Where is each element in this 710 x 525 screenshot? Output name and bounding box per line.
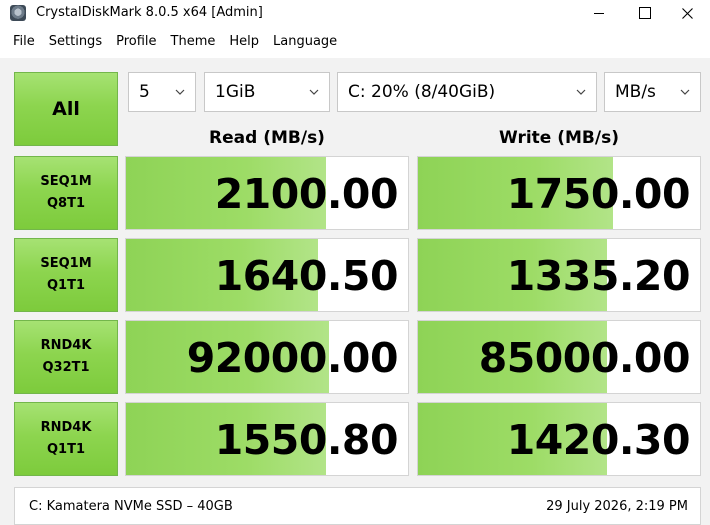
chevron-down-icon bbox=[680, 89, 690, 95]
write-result-cell: 1750.00 bbox=[417, 156, 701, 230]
title-bar: CrystalDiskMark 8.0.5 x64 [Admin] bbox=[0, 0, 710, 26]
menu-help[interactable]: Help bbox=[223, 32, 267, 52]
chevron-down-icon bbox=[576, 89, 586, 95]
menu-file[interactable]: File bbox=[0, 32, 43, 52]
read-result-cell: 1550.80 bbox=[125, 402, 409, 476]
test-name-line2: Q1T1 bbox=[46, 442, 85, 457]
read-value: 92000.00 bbox=[186, 334, 399, 382]
menu-language[interactable]: Language bbox=[267, 32, 345, 52]
test-name-line1: RND4K bbox=[40, 420, 92, 435]
timestamp-text: 29 July 2026, 2:19 PM bbox=[546, 499, 688, 514]
read-column-header: Read (MB/s) bbox=[209, 128, 325, 148]
menu-settings[interactable]: Settings bbox=[43, 32, 110, 52]
test-name-line1: SEQ1M bbox=[40, 174, 92, 189]
run-all-button[interactable]: All bbox=[14, 72, 118, 146]
write-column-header: Write (MB/s) bbox=[499, 128, 619, 148]
test-button-seq1m-q1t1[interactable]: SEQ1M Q1T1 bbox=[14, 238, 118, 312]
write-result-cell: 1335.20 bbox=[417, 238, 701, 312]
test-name-line1: SEQ1M bbox=[40, 256, 92, 271]
window-title: CrystalDiskMark 8.0.5 x64 [Admin] bbox=[36, 5, 263, 20]
drive-value: C: 20% (8/40GiB) bbox=[348, 82, 496, 102]
write-value: 1335.20 bbox=[506, 252, 691, 300]
minimize-button[interactable] bbox=[576, 0, 622, 26]
read-value: 1640.50 bbox=[214, 252, 399, 300]
test-name-line2: Q8T1 bbox=[46, 196, 85, 211]
chevron-down-icon bbox=[309, 89, 319, 95]
test-size-value: 1GiB bbox=[215, 82, 256, 102]
write-value: 85000.00 bbox=[478, 334, 691, 382]
status-bar: C: Kamatera NVMe SSD – 40GB 29 July 2026… bbox=[14, 487, 701, 525]
write-value: 1420.30 bbox=[506, 416, 691, 464]
read-result-cell: 1640.50 bbox=[125, 238, 409, 312]
unit-value: MB/s bbox=[615, 82, 656, 102]
write-value: 1750.00 bbox=[506, 170, 691, 218]
close-icon bbox=[681, 7, 693, 19]
test-count-value: 5 bbox=[139, 82, 150, 102]
menu-theme[interactable]: Theme bbox=[165, 32, 224, 52]
test-button-seq1m-q8t1[interactable]: SEQ1M Q8T1 bbox=[14, 156, 118, 230]
crystaldiskmark-icon bbox=[10, 5, 26, 21]
chevron-down-icon bbox=[175, 89, 185, 95]
test-count-select[interactable]: 5 bbox=[128, 72, 196, 112]
test-size-select[interactable]: 1GiB bbox=[204, 72, 330, 112]
close-button[interactable] bbox=[664, 0, 710, 26]
write-result-cell: 85000.00 bbox=[417, 320, 701, 394]
read-value: 2100.00 bbox=[214, 170, 399, 218]
drive-model-text: C: Kamatera NVMe SSD – 40GB bbox=[29, 499, 233, 514]
test-button-rnd4k-q1t1[interactable]: RND4K Q1T1 bbox=[14, 402, 118, 476]
drive-select[interactable]: C: 20% (8/40GiB) bbox=[337, 72, 597, 112]
unit-select[interactable]: MB/s bbox=[604, 72, 701, 112]
test-name-line2: Q32T1 bbox=[42, 360, 90, 375]
menu-profile[interactable]: Profile bbox=[110, 32, 164, 52]
read-result-cell: 2100.00 bbox=[125, 156, 409, 230]
write-result-cell: 1420.30 bbox=[417, 402, 701, 476]
maximize-button[interactable] bbox=[622, 0, 668, 26]
menu-bar: File Settings Profile Theme Help Languag… bbox=[0, 31, 710, 53]
read-value: 1550.80 bbox=[214, 416, 399, 464]
test-name-line2: Q1T1 bbox=[46, 278, 85, 293]
read-result-cell: 92000.00 bbox=[125, 320, 409, 394]
test-name-line1: RND4K bbox=[40, 338, 92, 353]
test-button-rnd4k-q32t1[interactable]: RND4K Q32T1 bbox=[14, 320, 118, 394]
